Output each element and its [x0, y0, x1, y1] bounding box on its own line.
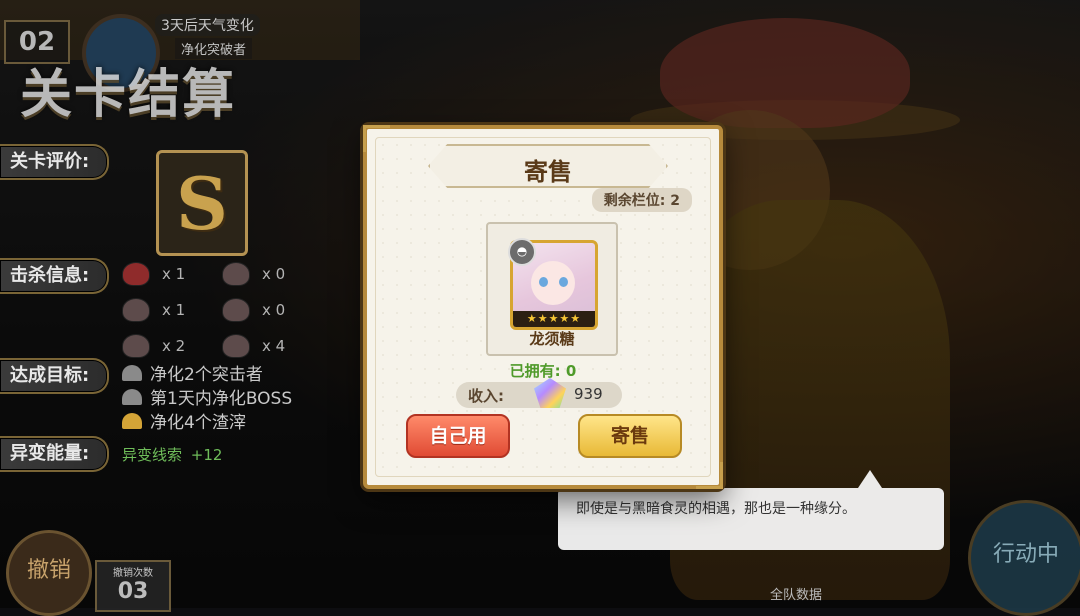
use-self-button[interactable]: 自己用	[406, 414, 510, 458]
goals-label: 达成目标:	[0, 358, 110, 394]
kill-count: x 0	[262, 301, 286, 319]
monster-icon	[222, 334, 250, 358]
goal-item: 净化2个突击者	[122, 360, 263, 385]
revoke-count: 03	[117, 579, 149, 604]
kill-count: x 2	[162, 337, 186, 355]
income-row: 收入: 939	[456, 378, 622, 408]
portrait-face	[531, 261, 575, 305]
dialog-title-banner: 寄售	[428, 144, 668, 188]
monster-icon	[222, 298, 250, 322]
goal-text: 第1天内净化BOSS	[150, 389, 293, 409]
evaluation-label: 关卡评价:	[0, 144, 110, 180]
item-name: 龙须糖	[529, 330, 575, 348]
monster-icon	[122, 262, 150, 286]
team-data-label[interactable]: 全队数据	[770, 584, 822, 603]
dialog-body: 寄售 剩余栏位: 2 ★★★★★ ◓ 龙须糖 已拥有: 0 收入: 939 自己…	[375, 137, 711, 477]
goal-text: 净化4个渣滓	[150, 413, 246, 433]
rainbow-gem-icon	[534, 378, 566, 408]
action-button[interactable]: 行动中	[968, 500, 1080, 616]
goal-item: 净化4个渣滓	[122, 408, 246, 433]
kill-count: x 1	[162, 265, 186, 283]
portrait-eye	[539, 277, 548, 287]
kills-label: 击杀信息:	[0, 258, 110, 294]
revoke-button[interactable]: 撤销	[6, 530, 92, 616]
portrait-eye	[559, 277, 568, 287]
kill-info-grid: x 1 x 0 x 1 x 0 x 2 x 4	[122, 262, 352, 358]
ornament-corner	[363, 125, 390, 152]
kill-count: x 1	[162, 301, 186, 319]
chef-hat-icon	[122, 388, 142, 405]
ornament-corner	[696, 462, 723, 489]
dessert-type-icon: ◓	[508, 238, 536, 266]
chef-hat-icon	[122, 412, 142, 429]
kill-count: x 0	[262, 265, 286, 283]
revoke-count-label: 撤销次数	[113, 568, 153, 579]
anomaly-amount: +12	[190, 446, 223, 464]
consign-button[interactable]: 寄售	[578, 414, 682, 458]
weather-notice: 3天后天气变化	[155, 14, 260, 36]
income-label: 收入:	[468, 387, 504, 405]
character-speech-bubble: 即使是与黑暗食灵的相遇，那也是一种缘分。	[558, 470, 944, 550]
rank-letter: S	[176, 160, 228, 246]
goal-item: 第1天内净化BOSS	[122, 384, 292, 409]
income-value: 939	[574, 385, 603, 403]
anomaly-key: 异变线索	[122, 446, 183, 464]
rank-badge: S	[156, 150, 248, 256]
monster-icon	[122, 334, 150, 358]
star-rating: ★★★★★	[513, 311, 595, 327]
remaining-slots: 剩余栏位: 2	[591, 188, 692, 212]
owned-count: 已拥有: 0	[509, 362, 577, 380]
revoke-count-box: 撤销次数 03	[95, 560, 171, 612]
anomaly-value: 异变线索 +12	[122, 444, 222, 465]
anomaly-label: 异变能量:	[0, 436, 110, 472]
consignment-dialog: 寄售 剩余栏位: 2 ★★★★★ ◓ 龙须糖 已拥有: 0 收入: 939 自己…	[363, 125, 723, 489]
chef-hat-icon	[122, 364, 142, 381]
kill-count: x 4	[262, 337, 286, 355]
dialog-title: 寄售	[524, 158, 572, 186]
goal-text: 净化2个突击者	[150, 365, 263, 385]
item-card[interactable]: ★★★★★ ◓ 龙须糖	[486, 222, 618, 356]
monster-icon	[222, 262, 250, 286]
page-title: 关卡结算	[20, 65, 237, 125]
monster-icon	[122, 298, 150, 322]
